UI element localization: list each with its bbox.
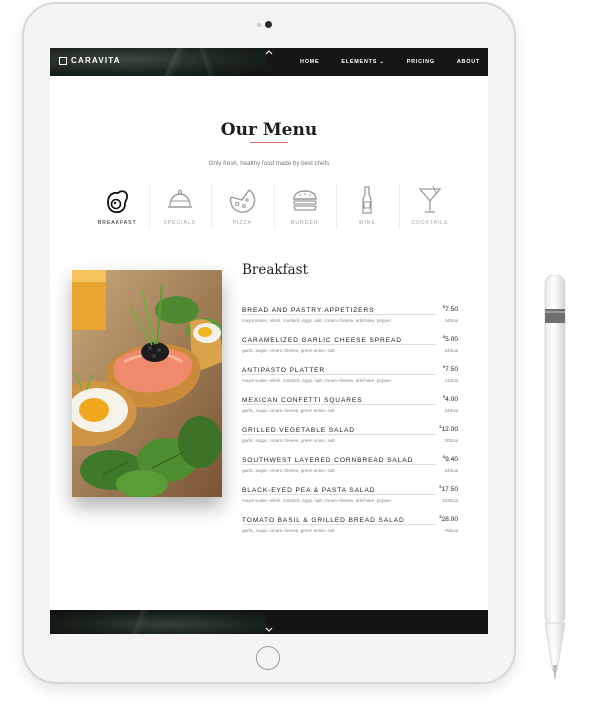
item-calories: 300cal [444, 438, 458, 443]
nav-item-pricing[interactable]: PRICING [407, 59, 435, 65]
cloche-icon [167, 189, 192, 208]
item-description: garlic, sugar, cream cheese, green onion… [242, 438, 335, 443]
menu-item[interactable]: GRILLED VEGETABLE SALAD $12.00 garlic, s… [242, 424, 458, 454]
leader-line [242, 314, 436, 315]
page-subtitle: Only fresh, healthy food made by best ch… [208, 160, 330, 167]
menu-item[interactable]: SOUTHWEST LAYERED CORNBREAD SALAD $9.40 … [242, 454, 458, 484]
menu-category-tabs: BREAKFAST SPECIALS PIZZA BURGER WINE COC… [86, 183, 461, 231]
item-calories: 1035cal [441, 498, 458, 503]
menu-item[interactable]: ANTIPASTO PLATTER $7.50 mayonnaise, reli… [242, 364, 458, 394]
brand-name: CARAVITA [71, 56, 121, 65]
item-description: mayonnaise, relish, mustard, eggs, salt,… [242, 318, 392, 323]
tab-wine[interactable]: WINE [336, 183, 399, 231]
burger-icon [292, 190, 317, 211]
chevron-up-icon[interactable] [264, 48, 274, 56]
menu-item[interactable]: CARAMELIZED GARLIC CHEESE SPREAD $5.00 g… [242, 334, 458, 364]
item-price: $17.50 [437, 484, 458, 494]
tab-pizza[interactable]: PIZZA [211, 183, 274, 231]
front-camera [265, 21, 272, 28]
tab-label: COCKTAILS [411, 220, 449, 226]
title-underline [250, 142, 288, 143]
leader-line [242, 344, 436, 345]
sensor-dot [257, 23, 261, 27]
nav-menu: HOME ELEMENTS ⌄ PRICING ABOUT [300, 48, 480, 76]
item-price: $7.50 [440, 304, 458, 314]
item-name: GRILLED VEGETABLE SALAD [242, 427, 358, 434]
tab-label: BREAKFAST [97, 220, 137, 226]
website-screen: CARAVITA HOME ELEMENTS ⌄ PRICING ABOUT O… [50, 48, 488, 634]
nav-item-about[interactable]: ABOUT [457, 59, 480, 65]
item-calories: 345cal [444, 468, 458, 473]
tab-breakfast[interactable]: BREAKFAST [86, 183, 149, 231]
item-name: CARAMELIZED GARLIC CHEESE SPREAD [242, 337, 405, 344]
menu-item[interactable]: BREAD AND PASTRY APPETIZERS $7.50 mayonn… [242, 304, 458, 334]
item-price: $4.00 [440, 394, 458, 404]
home-button[interactable] [256, 646, 280, 670]
item-description: garlic, sugar, cream cheese, green onion… [242, 528, 335, 533]
page-title: Our Menu [220, 120, 318, 140]
menu-section-heading: Breakfast [242, 262, 308, 278]
bruschetta-illustration [72, 270, 222, 497]
leader-line [242, 404, 436, 405]
menu-item[interactable]: TOMATO BASIL & GRILLED BREAD SALAD $28.0… [242, 514, 458, 544]
menu-list: BREAD AND PASTRY APPETIZERS $7.50 mayonn… [242, 304, 458, 544]
menu-item[interactable]: MEXICAN CONFETTI SQUARES $4.00 garlic, s… [242, 394, 458, 424]
item-description: garlic, sugar, cream cheese, green onion… [242, 468, 335, 473]
menu-item[interactable]: BLACK-EYED PEA & PASTA SALAD $17.50 mayo… [242, 484, 458, 514]
item-calories: 110cal [444, 378, 458, 383]
item-price: $9.40 [440, 454, 458, 464]
item-name: ANTIPASTO PLATTER [242, 367, 329, 374]
leader-line [242, 494, 436, 495]
stylus-pencil [544, 275, 566, 679]
food-photo [72, 270, 222, 497]
chevron-down-icon[interactable] [264, 627, 274, 634]
top-navbar: CARAVITA HOME ELEMENTS ⌄ PRICING ABOUT [50, 48, 488, 76]
item-name: TOMATO BASIL & GRILLED BREAD SALAD [242, 517, 408, 524]
item-description: mayonnaise, relish, mustard, eggs, salt,… [242, 498, 392, 503]
tab-label: WINE [358, 220, 376, 226]
item-price: $5.00 [440, 334, 458, 344]
item-calories: 345cal [444, 348, 458, 353]
egg-icon [107, 190, 129, 214]
item-description: mayonnaise, relish, mustard, eggs, salt,… [242, 378, 392, 383]
tab-burger[interactable]: BURGER [273, 183, 337, 231]
nav-item-home[interactable]: HOME [300, 59, 319, 65]
item-name: BLACK-EYED PEA & PASTA SALAD [242, 487, 379, 494]
item-price: $28.00 [437, 514, 458, 524]
tab-label: BURGER [290, 220, 319, 226]
item-price: $12.00 [437, 424, 458, 434]
brand-logo[interactable]: CARAVITA [59, 56, 121, 65]
logo-square-icon [59, 56, 67, 65]
pizza-icon [230, 189, 256, 213]
tab-specials[interactable]: SPECIALS [148, 183, 212, 231]
tablet-frame: CARAVITA HOME ELEMENTS ⌄ PRICING ABOUT O… [22, 2, 516, 684]
nav-item-elements[interactable]: ELEMENTS ⌄ [341, 59, 384, 65]
tab-label: PIZZA [232, 220, 252, 226]
item-name: MEXICAN CONFETTI SQUARES [242, 397, 366, 404]
item-name: SOUTHWEST LAYERED CORNBREAD SALAD [242, 457, 417, 464]
leader-line [242, 434, 436, 435]
leader-line [242, 464, 436, 465]
cocktail-glass-icon [418, 185, 442, 213]
item-name: BREAD AND PASTRY APPETIZERS [242, 307, 378, 314]
item-calories: 345cal [444, 408, 458, 413]
leader-line [242, 374, 436, 375]
leader-line [242, 524, 436, 525]
footer-photo-bar [50, 610, 488, 634]
item-calories: 345cal [444, 318, 458, 323]
item-price: $7.50 [440, 364, 458, 374]
tab-cocktails[interactable]: COCKTAILS [398, 183, 462, 231]
footer-background-photo [50, 610, 266, 634]
wine-bottle-icon [362, 186, 372, 214]
tab-label: SPECIALS [163, 220, 197, 226]
item-description: garlic, sugar, cream cheese, green onion… [242, 408, 335, 413]
item-calories: 765cal [444, 528, 458, 533]
item-description: garlic, sugar, cream cheese, green onion… [242, 348, 335, 353]
